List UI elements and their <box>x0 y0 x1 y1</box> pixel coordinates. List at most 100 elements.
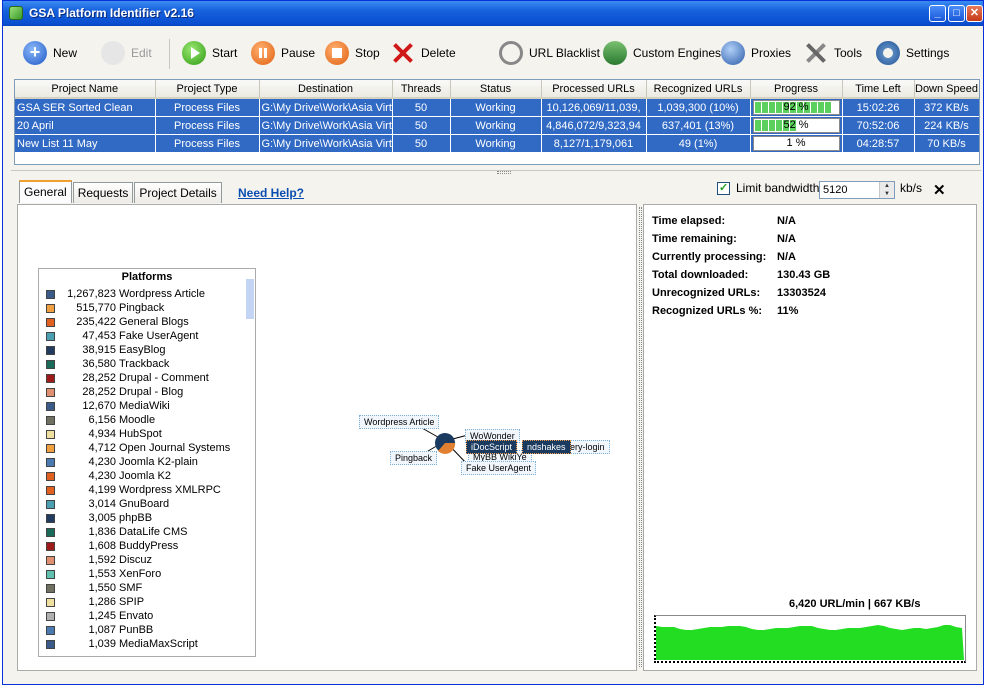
delete-x-icon <box>391 41 415 65</box>
edit-icon <box>101 41 125 65</box>
progress-label: 52 % <box>783 119 809 131</box>
table-cell-name: GSA SER Sorted Clean <box>15 98 156 117</box>
column-header[interactable]: Recognized URLs <box>646 80 751 99</box>
progress-bar: 52 % <box>752 118 840 133</box>
table-cell-threads: 50 <box>392 98 451 117</box>
table-cell-time-left: 70:52:06 <box>842 116 915 135</box>
table-cell-recognized: 1,039,300 (10%) <box>646 98 751 117</box>
vertical-splitter[interactable] <box>639 207 642 667</box>
stats-list: Time elapsed: N/A Time remaining: N/A Curren… <box>652 215 830 323</box>
minimize-button[interactable]: _ <box>929 5 946 22</box>
table-cell-destination: G:\My Drive\Work\Asia Virt <box>259 116 393 135</box>
title-bar: GSA Platform Identifier v2.16 _ □ ✕ <box>3 1 983 26</box>
need-help-link[interactable]: Need Help? <box>238 186 304 200</box>
limit-bandwidth-label: Limit bandwidth: <box>736 181 823 195</box>
stat-row: Time remaining: N/A <box>652 233 830 251</box>
table-row[interactable]: New List 11 May Process Files G:\My Drive\… <box>15 134 979 153</box>
mindmap-node[interactable]: iDocScript <box>466 440 518 454</box>
table-row[interactable]: 20 April Process Files G:\My Drive\Work\As… <box>15 116 979 135</box>
tab-project-details[interactable]: Project Details <box>134 182 222 203</box>
column-header[interactable]: Down Speed <box>914 80 979 99</box>
column-header[interactable]: Time Left <box>842 80 915 99</box>
bandwidth-stepper[interactable]: ▲ ▼ <box>879 182 894 198</box>
splitter-grip[interactable] <box>497 171 511 174</box>
maximize-button[interactable]: □ <box>948 5 965 22</box>
close-panel-icon[interactable]: ✕ <box>933 181 946 199</box>
table-cell-type: Process Files <box>155 134 260 153</box>
stat-value: N/A <box>777 251 796 263</box>
column-header[interactable]: Project Type <box>155 80 260 99</box>
spin-up-icon[interactable]: ▲ <box>880 182 894 190</box>
column-header[interactable]: Progress <box>750 80 843 99</box>
globe-icon <box>721 41 745 65</box>
stat-label: Currently processing: <box>652 251 767 263</box>
table-cell-recognized: 49 (1%) <box>646 134 751 153</box>
url-blacklist-label: URL Blacklist <box>529 46 600 60</box>
chain-link-icon <box>494 36 528 70</box>
table-cell-time-left: 15:02:26 <box>842 98 915 117</box>
throughput-graph <box>654 615 966 663</box>
stat-label: Time elapsed: <box>652 215 726 227</box>
mindmap-node[interactable]: ndshakes <box>522 440 571 454</box>
mindmap-node[interactable]: Fake UserAgent <box>461 461 537 475</box>
stat-label: Unrecognized URLs: <box>652 287 761 299</box>
table-header-row: Project Name Project Type Destination Th… <box>15 80 979 99</box>
proxies-label: Proxies <box>751 46 792 60</box>
stat-label: Recognized URLs %: <box>652 305 763 317</box>
table-row[interactable]: GSA SER Sorted Clean Process Files G:\My D… <box>15 98 979 117</box>
settings-button[interactable]: Settings <box>876 40 949 66</box>
delete-label: Delete <box>421 46 456 60</box>
table-cell-speed: 224 KB/s <box>914 116 979 135</box>
table-cell-destination: G:\My Drive\Work\Asia Virt <box>259 98 393 117</box>
tab-general[interactable]: General <box>19 180 72 203</box>
tools-button[interactable]: Tools <box>804 40 862 66</box>
limit-bandwidth-control: Limit bandwidth: <box>717 181 823 195</box>
stat-label: Time remaining: <box>652 233 737 245</box>
column-header[interactable]: Status <box>450 80 542 99</box>
close-window-button[interactable]: ✕ <box>966 5 983 22</box>
table-cell-processed: 4,846,072/9,323,94 <box>541 116 647 135</box>
table-cell-recognized: 637,401 (13%) <box>646 116 751 135</box>
table-cell-time-left: 04:28:57 <box>842 134 915 153</box>
pause-button[interactable]: Pause <box>251 40 315 66</box>
table-cell-threads: 50 <box>392 116 451 135</box>
table-cell-type: Process Files <box>155 98 260 117</box>
progress-label: 1 % <box>786 137 806 149</box>
mindmap-node[interactable]: Wordpress Article <box>359 415 440 429</box>
throughput-label: 6,420 URL/min | 667 KB/s <box>789 598 921 610</box>
new-label: New <box>53 46 78 60</box>
start-button[interactable]: Start <box>182 40 237 66</box>
column-header[interactable]: Project Name <box>15 80 156 99</box>
table-cell-threads: 50 <box>392 134 451 153</box>
stop-label: Stop <box>355 46 380 60</box>
limit-bandwidth-checkbox[interactable] <box>717 181 730 195</box>
custom-engines-label: Custom Engines <box>633 46 722 60</box>
spin-down-icon[interactable]: ▼ <box>880 190 894 198</box>
url-blacklist-button[interactable]: URL Blacklist <box>494 36 600 70</box>
delete-button[interactable]: Delete <box>391 40 456 66</box>
stop-button[interactable]: Stop <box>325 40 380 66</box>
new-button[interactable]: New <box>23 40 77 66</box>
plus-icon <box>23 41 47 65</box>
app-icon <box>9 6 23 20</box>
column-header[interactable]: Threads <box>392 80 451 99</box>
column-header[interactable]: Destination <box>259 80 393 99</box>
custom-engines-button[interactable]: Custom Engines <box>603 40 721 66</box>
stat-value: 130.43 GB <box>777 269 831 281</box>
tab-requests[interactable]: Requests <box>72 182 134 203</box>
bandwidth-input[interactable]: 5120 ▲ ▼ <box>819 181 895 199</box>
table-cell-progress: 52 % <box>750 116 843 135</box>
horizontal-splitter[interactable] <box>11 170 981 175</box>
table-cell-progress: 92 % <box>750 98 843 117</box>
stat-value: 11% <box>777 305 799 317</box>
stat-row: Time elapsed: N/A <box>652 215 830 233</box>
column-header[interactable]: Processed URLs <box>541 80 647 99</box>
proxies-button[interactable]: Proxies <box>721 40 791 66</box>
mindmap-node[interactable]: Pingback <box>390 451 438 465</box>
throughput-area <box>656 624 964 660</box>
bandwidth-unit: kb/s <box>900 181 923 195</box>
table-cell-name: New List 11 May <box>15 134 156 153</box>
progress-label: 92 % <box>783 101 809 113</box>
edit-button[interactable]: Edit <box>101 40 152 66</box>
stat-row: Total downloaded: 130.43 GB <box>652 269 830 287</box>
